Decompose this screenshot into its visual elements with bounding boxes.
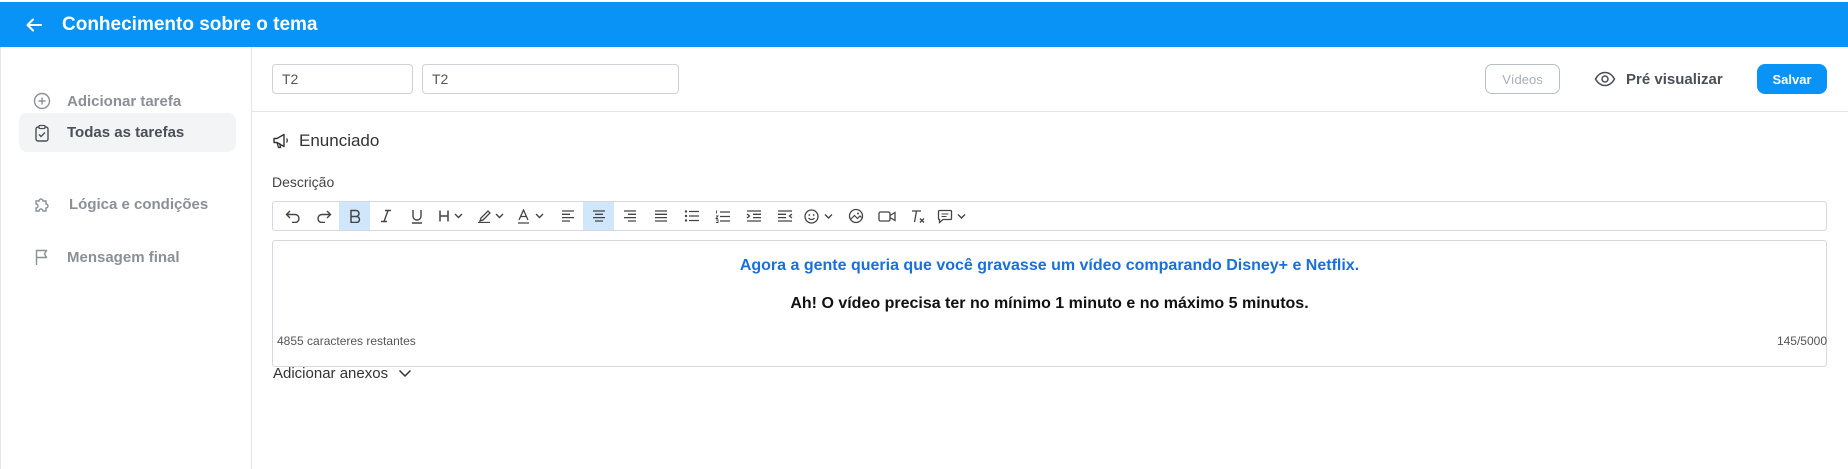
save-button[interactable]: Salvar — [1757, 64, 1827, 94]
clipboard-check-icon — [35, 124, 49, 142]
font-color-dropdown-icon[interactable] — [512, 202, 552, 230]
editor-text-line-1: Agora a gente queria que você gravasse u… — [739, 257, 1360, 274]
page-title: Conhecimento sobre o tema — [62, 13, 318, 35]
sidebar-item-label: Mensagem final — [67, 248, 180, 266]
numbered-list-icon[interactable] — [707, 202, 738, 230]
description-label: Descrição — [272, 174, 335, 190]
editor-text-line-2: Ah! O vídeo precisa ter no mínimo 1 minu… — [790, 295, 1309, 312]
redo-icon[interactable] — [308, 202, 339, 230]
sidebar-item-label: Lógica e condições — [69, 195, 209, 213]
align-left-icon[interactable] — [552, 202, 583, 230]
main-content: Vídeos Pré visualizar Salvar Enunciado D… — [252, 47, 1848, 469]
eye-icon — [1594, 71, 1616, 87]
align-right-icon[interactable] — [614, 202, 645, 230]
puzzle-icon — [35, 198, 49, 212]
sidebar-item-final-message[interactable]: Mensagem final — [19, 238, 236, 276]
image-icon[interactable] — [840, 202, 871, 230]
videos-button[interactable]: Vídeos — [1485, 64, 1560, 94]
sidebar: Adicionar tarefa Todas as tarefas Lógica… — [0, 47, 252, 469]
section-title: Enunciado — [299, 131, 380, 150]
sidebar-item-label: Adicionar tarefa — [67, 92, 182, 110]
chars-counter: 145/5000 — [1776, 334, 1827, 348]
task-name-input[interactable] — [422, 64, 679, 94]
outdent-icon[interactable] — [769, 202, 800, 230]
chevron-down-icon — [399, 369, 412, 378]
video-icon[interactable] — [871, 202, 902, 230]
section-header: Enunciado — [272, 131, 379, 151]
back-arrow-icon[interactable] — [26, 16, 44, 34]
comment-dropdown-icon[interactable] — [933, 202, 973, 230]
chars-remaining: 4855 caracteres restantes — [277, 334, 416, 348]
flag-icon — [35, 249, 48, 265]
add-attachments-toggle[interactable]: Adicionar anexos — [273, 365, 412, 382]
undo-icon[interactable] — [277, 202, 308, 230]
align-justify-icon[interactable] — [645, 202, 676, 230]
description-editor[interactable]: Agora a gente queria que você gravasse u… — [272, 240, 1827, 367]
align-center-icon[interactable] — [583, 202, 614, 230]
top-header: Conhecimento sobre o tema — [0, 2, 1848, 47]
bullet-list-icon[interactable] — [676, 202, 707, 230]
add-attachments-label: Adicionar anexos — [273, 365, 389, 382]
indent-icon[interactable] — [738, 202, 769, 230]
task-code-input[interactable] — [272, 64, 413, 94]
clear-format-icon[interactable] — [902, 202, 933, 230]
megaphone-icon — [273, 133, 288, 149]
heading-dropdown-icon[interactable] — [432, 202, 472, 230]
highlight-dropdown-icon[interactable] — [472, 202, 512, 230]
sidebar-item-label: Todas as tarefas — [67, 124, 185, 141]
task-toolbar: Vídeos Pré visualizar Salvar — [252, 47, 1848, 112]
italic-icon[interactable] — [370, 202, 401, 230]
bold-icon[interactable] — [339, 202, 370, 230]
sidebar-item-all-tasks[interactable]: Todas as tarefas — [19, 113, 236, 152]
preview-button[interactable]: Pré visualizar — [1594, 64, 1723, 94]
preview-label: Pré visualizar — [1626, 70, 1723, 88]
emoji-dropdown-icon[interactable] — [800, 202, 840, 230]
sidebar-item-logic[interactable]: Lógica e condições — [19, 185, 236, 223]
underline-icon[interactable] — [401, 202, 432, 230]
plus-circle-icon — [33, 92, 51, 110]
editor-toolbar — [272, 201, 1827, 231]
